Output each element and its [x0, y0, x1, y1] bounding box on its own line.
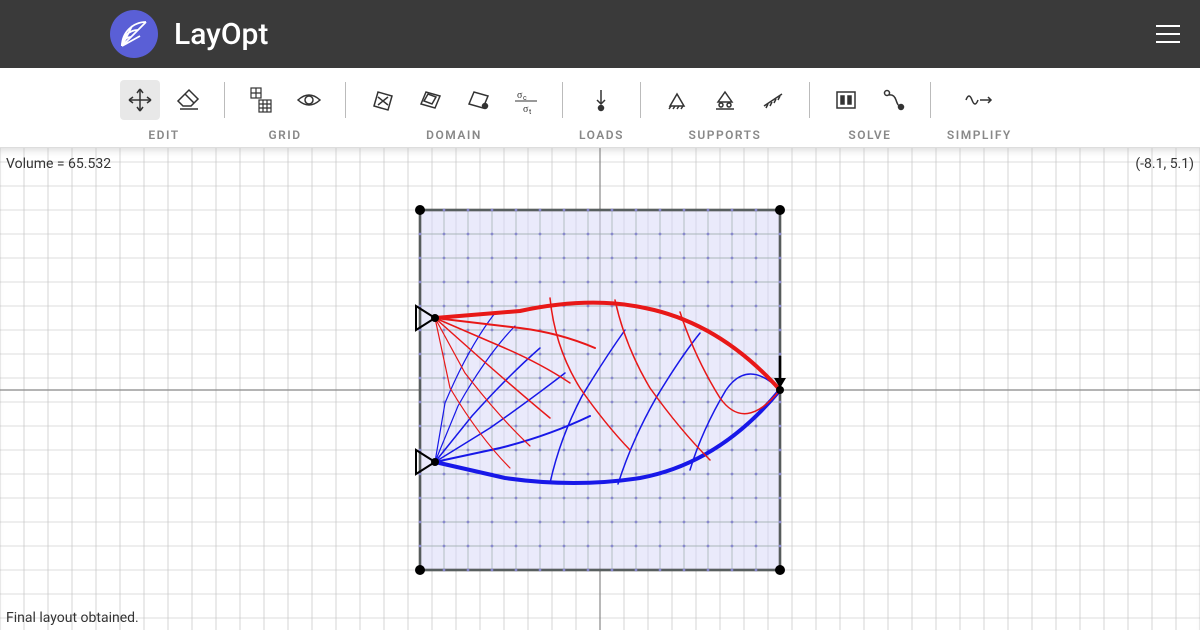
grid-density-tool[interactable] — [241, 80, 281, 120]
toolbar-label-loads: LOADS — [579, 128, 624, 142]
toolbar-label-grid: GRID — [268, 128, 301, 142]
toolbar-label-edit: EDIT — [148, 128, 179, 142]
toolbar-group-grid: GRID — [241, 78, 329, 142]
simplify-tool[interactable] — [959, 80, 999, 120]
toolbar-group-loads: LOADS — [579, 78, 624, 142]
toolbar-group-supports: SUPPORTS — [657, 78, 793, 142]
status-message: Final layout obtained. — [6, 610, 139, 626]
toolbar-divider — [640, 82, 641, 118]
domain-cut-tool[interactable] — [362, 80, 402, 120]
svg-text:t: t — [529, 108, 532, 114]
toolbar-label-domain: DOMAIN — [426, 128, 482, 142]
brand: LayOpt — [110, 10, 268, 58]
toolbar-divider — [224, 82, 225, 118]
erase-tool[interactable] — [168, 80, 208, 120]
toolbar-divider — [930, 82, 931, 118]
domain-add-tool[interactable] — [458, 80, 498, 120]
grid-visibility-tool[interactable] — [289, 80, 329, 120]
toolbar-divider — [345, 82, 346, 118]
toolbar-label-supports: SUPPORTS — [689, 128, 762, 142]
canvas-svg — [0, 148, 1200, 630]
toolbar-divider — [809, 82, 810, 118]
toolbar-label-simplify: SIMPLIFY — [947, 128, 1012, 142]
support-line-tool[interactable] — [753, 80, 793, 120]
support-pin-tool[interactable] — [657, 80, 697, 120]
cursor-coordinates: (-8.1, 5.1) — [1135, 156, 1194, 172]
volume-readout: Volume = 65.532 — [6, 156, 111, 172]
toolbar-label-solve: SOLVE — [848, 128, 891, 142]
toolbar-divider — [562, 82, 563, 118]
load-point-tool[interactable] — [581, 80, 621, 120]
toolbar-group-edit: EDIT — [120, 78, 208, 142]
stress-ratio-tool[interactable]: σc σt — [506, 80, 546, 120]
design-canvas[interactable]: Volume = 65.532 (-8.1, 5.1) Final layout… — [0, 148, 1200, 630]
app-title: LayOpt — [174, 17, 268, 52]
move-tool[interactable] — [120, 80, 160, 120]
node-connect-tool[interactable] — [874, 80, 914, 120]
support-roller-tool[interactable] — [705, 80, 745, 120]
toolbar-group-solve: SOLVE — [826, 78, 914, 142]
app-logo-icon — [110, 10, 158, 58]
menu-button[interactable] — [1156, 25, 1180, 43]
header-bar: LayOpt — [0, 0, 1200, 68]
toolbar: EDIT GRID — [0, 68, 1200, 148]
domain-outer-tool[interactable] — [410, 80, 450, 120]
solve-tool[interactable] — [826, 80, 866, 120]
toolbar-group-simplify: SIMPLIFY — [947, 78, 1012, 142]
toolbar-group-domain: σc σt DOMAIN — [362, 78, 546, 142]
